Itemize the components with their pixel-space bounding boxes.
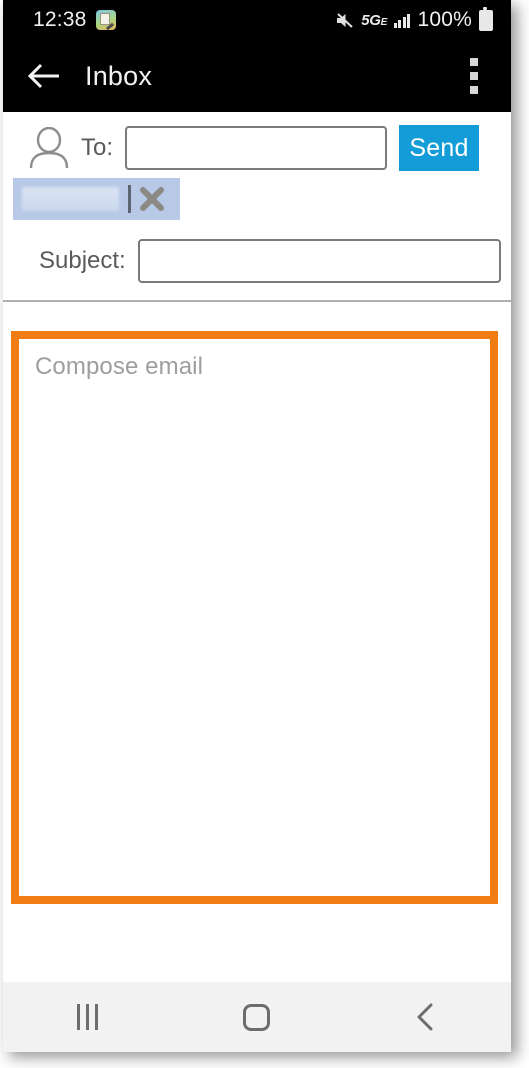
system-nav-bar	[3, 982, 511, 1052]
close-x-icon[interactable]	[131, 178, 173, 220]
compose-header: To: Send Subject:	[3, 112, 511, 302]
network-type-label: 5GE	[361, 11, 387, 29]
compose-body-area: Compose email	[3, 302, 511, 944]
volume-mute-icon	[335, 11, 354, 30]
note-app-icon	[95, 10, 116, 30]
status-bar-left: 12:38	[33, 0, 116, 40]
page-title: Inbox	[85, 60, 153, 91]
status-clock: 12:38	[33, 8, 87, 31]
recipient-chip-row	[3, 170, 511, 230]
app-bar: Inbox	[3, 40, 511, 112]
compose-body-input[interactable]: Compose email	[11, 331, 498, 904]
back-arrow-icon[interactable]	[19, 50, 71, 102]
overflow-menu-icon[interactable]	[459, 53, 489, 99]
status-bar: 12:38 5GE 100%	[3, 0, 511, 40]
back-chevron-icon[interactable]	[342, 982, 511, 1052]
recipient-chip[interactable]	[13, 178, 180, 220]
compose-body-placeholder: Compose email	[35, 353, 204, 380]
subject-row: Subject:	[3, 230, 511, 300]
recents-icon[interactable]	[3, 982, 172, 1052]
signal-bars-icon	[393, 13, 411, 28]
home-icon[interactable]	[172, 982, 341, 1052]
person-icon[interactable]	[25, 126, 73, 170]
to-label: To:	[81, 134, 114, 161]
to-input[interactable]	[125, 126, 388, 170]
subject-input[interactable]	[137, 239, 501, 283]
battery-percent-label: 100%	[417, 8, 472, 31]
send-button[interactable]: Send	[399, 125, 480, 171]
recipient-name-redacted	[22, 187, 119, 211]
status-bar-right: 5GE 100%	[335, 0, 493, 40]
battery-full-icon	[479, 7, 493, 31]
phone-screen: 12:38 5GE 100% Inbox To: Send Subject: C…	[3, 0, 511, 1052]
subject-label: Subject:	[39, 247, 126, 274]
to-row: To: Send	[3, 112, 511, 171]
